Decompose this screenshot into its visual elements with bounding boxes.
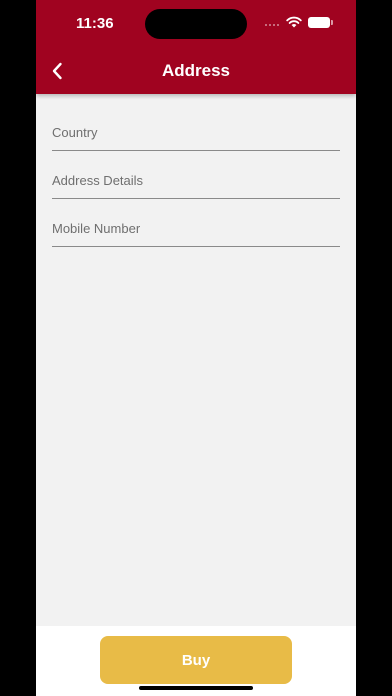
address-screen: 11:36 Address Country Address Details Mo… [36,0,356,696]
status-bar: 11:36 [36,0,356,48]
navigation-bar: Address [36,48,356,94]
home-indicator [139,686,253,690]
mobile-number-input[interactable] [52,221,340,236]
country-field [52,104,340,151]
wifi-icon [286,16,302,28]
address-form [52,104,340,248]
cellular-signal-icon [265,24,279,26]
address-details-field [52,152,340,199]
battery-icon [308,17,333,28]
app-header: 11:36 Address [36,0,356,94]
country-input[interactable] [52,125,340,140]
page-title: Address [161,61,231,80]
buy-button[interactable]: Buy [100,636,292,684]
dynamic-island [145,9,247,39]
address-details-input[interactable] [52,173,340,188]
status-time: 11:36 [76,15,114,32]
mobile-number-field [52,200,340,247]
